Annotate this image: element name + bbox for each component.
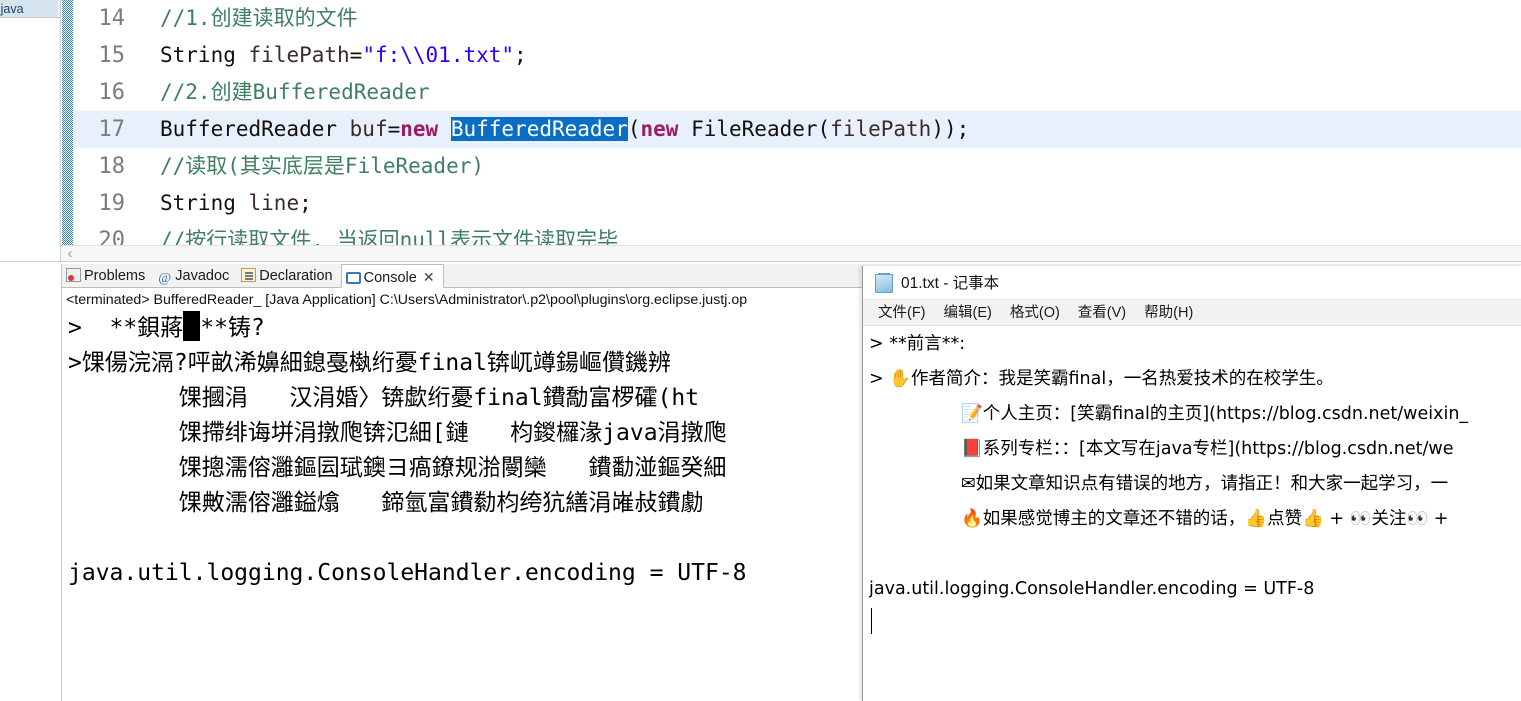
line-number: 14 xyxy=(98,6,126,31)
notepad-title: 01.txt - 记事本 xyxy=(901,275,1000,292)
editor-divider xyxy=(0,261,1521,262)
code-token: "f:\\01.txt" xyxy=(362,43,515,67)
console-output-text: **铸? xyxy=(200,315,265,341)
editor-horizontal-scrollbar[interactable] xyxy=(61,245,1521,262)
line-number: 17 xyxy=(98,117,126,142)
notepad-text-line: ✉如果文章知识点有错误的地方，请指正！和大家一起学习，一 xyxy=(869,466,1521,501)
editor-tab-strip: r_.java xyxy=(0,0,61,18)
console-tab-javadoc[interactable]: @ Javadoc xyxy=(153,264,237,288)
editor-gutter xyxy=(0,18,61,262)
line-number: 16 xyxy=(98,80,126,105)
code-editor-pane: r_.java 14//1.创建读取的文件15String filePath="… xyxy=(0,0,1521,262)
console-tab-problems[interactable]: Problems xyxy=(62,264,153,288)
notepad-text-line xyxy=(869,536,1521,571)
selected-token: BufferedReader xyxy=(450,117,628,141)
code-token: )); xyxy=(931,117,970,141)
notepad-text-line: 📕系列专栏：：[本文写在java专栏](https://blog.csdn.ne… xyxy=(869,431,1521,466)
notepad-icon xyxy=(875,273,893,293)
notepad-line-text: ✉如果文章知识点有错误的地方，请指正！和大家一起学习，一 xyxy=(961,474,1449,494)
code-line[interactable]: 18 //读取(其实底层是FileReader) xyxy=(73,148,1521,185)
notepad-text-line xyxy=(869,606,1521,641)
notepad-menu-item[interactable]: 查看(V) xyxy=(1069,300,1135,326)
code-line[interactable]: 17 BufferedReader buf=new BufferedReader(… xyxy=(73,111,1521,148)
declaration-icon xyxy=(241,268,257,282)
code-token: String xyxy=(160,43,249,67)
console-tab-declaration[interactable]: Declaration xyxy=(237,264,340,288)
console-caret xyxy=(183,311,201,341)
console-tab-label: Problems xyxy=(84,268,146,284)
notepad-line-text: > ✋作者简介：我是笑霸final，一名热爱技术的在校学生。 xyxy=(869,369,1334,389)
code-token: ; xyxy=(514,43,527,67)
code-token: = xyxy=(387,117,401,141)
code-token: new xyxy=(640,117,679,141)
console-tab-label: Console xyxy=(363,270,417,286)
code-token: FileReader( xyxy=(678,117,831,141)
line-number: 20 xyxy=(98,228,126,245)
code-text: BufferedReader buf=new BufferedReader(ne… xyxy=(125,111,969,148)
code-text: //1.创建读取的文件 xyxy=(125,0,358,37)
code-token: ; xyxy=(299,191,312,215)
notepad-text-line: java.util.logging.ConsoleHandler.encodin… xyxy=(869,571,1521,606)
code-token: String xyxy=(160,191,249,215)
line-number: 18 xyxy=(98,154,126,179)
notepad-menu-item[interactable]: 编辑(E) xyxy=(935,300,1001,326)
close-icon[interactable]: ✕ xyxy=(423,265,435,289)
code-token: ( xyxy=(627,117,641,141)
screen: r_.java 14//1.创建读取的文件15String filePath="… xyxy=(0,0,1521,701)
console-tab-label: Javadoc xyxy=(175,268,230,284)
at-icon: @ xyxy=(158,271,172,286)
code-line[interactable]: 19 String line; xyxy=(73,185,1521,222)
notepad-title-bar[interactable]: 01.txt - 记事本 xyxy=(863,266,1521,300)
change-bar-ruler xyxy=(62,0,73,245)
notepad-line-text: 📝个人主页：[笑霸final的主页](https://blog.csdn.net… xyxy=(961,404,1469,424)
line-number: 19 xyxy=(98,191,126,216)
notepad-menu-item[interactable]: 帮助(H) xyxy=(1135,300,1202,326)
notepad-text-area[interactable]: > **前言**: > ✋作者简介：我是笑霸final，一名热爱技术的在校学生。 📝… xyxy=(863,326,1521,701)
console-icon xyxy=(345,272,361,284)
notepad-line-text: > **前言**: xyxy=(869,334,966,354)
notepad-text-line: > **前言**: xyxy=(869,326,1521,361)
code-token: BufferedReader xyxy=(160,117,350,141)
code-token: //2.创建BufferedReader xyxy=(160,80,430,104)
code-lines[interactable]: 14//1.创建读取的文件 15 String filePath="f:\\01.t… xyxy=(73,0,1521,245)
notepad-window[interactable]: 01.txt - 记事本 文件(F) 编辑(E) 格式(O) 查看(V) 帮助(H) >… xyxy=(862,266,1521,701)
line-number: 15 xyxy=(98,43,126,68)
notepad-menu-item[interactable]: 文件(F) xyxy=(869,300,935,326)
code-token: filePath xyxy=(248,43,350,67)
notepad-menu-item[interactable]: 格式(O) xyxy=(1001,300,1069,326)
code-token: //读取(其实底层是FileReader) xyxy=(160,154,485,178)
notepad-menu-bar: 文件(F) 编辑(E) 格式(O) 查看(V) 帮助(H) xyxy=(863,300,1521,326)
code-line[interactable]: 15 String filePath="f:\\01.txt"; xyxy=(73,37,1521,74)
problems-icon xyxy=(66,268,81,282)
notepad-line-text: 📕系列专栏：：[本文写在java专栏](https://blog.csdn.ne… xyxy=(961,439,1454,459)
code-line[interactable]: 16 //2.创建BufferedReader xyxy=(73,74,1521,111)
scroll-left-arrow-icon[interactable]: ‹ xyxy=(62,246,78,262)
console-tab-label: Declaration xyxy=(259,268,333,284)
console-tab-console[interactable]: Console ✕ xyxy=(340,264,444,289)
notepad-text-line: 🔥如果感觉博主的文章还不错的话，👍点赞👍 + 👀关注👀 + xyxy=(869,501,1521,536)
editor-tab-java-file[interactable]: r_.java xyxy=(0,0,58,17)
code-text: //2.创建BufferedReader xyxy=(125,74,430,111)
code-token: //按行读取文件, 当返回null表示文件读取完毕 xyxy=(160,228,619,245)
code-token: line xyxy=(248,191,300,215)
code-text: //按行读取文件, 当返回null表示文件读取完毕 xyxy=(125,222,618,245)
code-token: //1.创建读取的文件 xyxy=(160,6,358,30)
code-text: String line; xyxy=(125,185,312,222)
notepad-line-text: java.util.logging.ConsoleHandler.encodin… xyxy=(869,579,1315,599)
notepad-text-line: 📝个人主页：[笑霸final的主页](https://blog.csdn.net… xyxy=(869,396,1521,431)
code-token: = xyxy=(349,43,363,67)
code-token: new xyxy=(400,117,439,141)
code-token: buf xyxy=(349,117,388,141)
code-text: //读取(其实底层是FileReader) xyxy=(125,148,484,185)
code-line[interactable]: 14 //1.创建读取的文件 xyxy=(73,0,1521,37)
notepad-line-text: 🔥如果感觉博主的文章还不错的话，👍点赞👍 + 👀关注👀 + xyxy=(961,509,1455,529)
code-line[interactable]: 20 //按行读取文件, 当返回null表示文件读取完毕 xyxy=(73,222,1521,245)
code-token: filePath xyxy=(830,117,932,141)
notepad-text-line: > ✋作者简介：我是笑霸final，一名热爱技术的在校学生。 xyxy=(869,361,1521,396)
code-text: String filePath="f:\\01.txt"; xyxy=(125,37,527,74)
notepad-caret xyxy=(871,608,872,634)
